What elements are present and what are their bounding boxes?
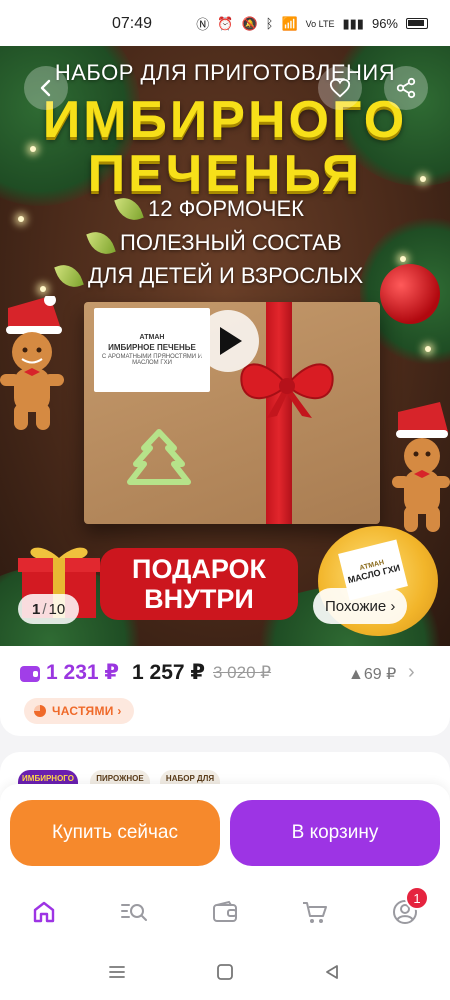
- image-counter-total: 10: [48, 600, 66, 618]
- price-card[interactable]: 1 231 ₽ 1 257 ₽ 3 020 ₽ ▲69 ₽ › ЧАСТЯМИ …: [0, 646, 450, 736]
- status-icons: Ⓝ ⏰ 🔕 ᛒ 📶 Vo LTE ▮▮▮ 96%: [196, 14, 428, 33]
- feature-text: ДЛЯ ДЕТЕЙ И ВЗРОСЛЫХ: [88, 263, 364, 288]
- nav-cart[interactable]: [293, 890, 337, 934]
- home-system-button[interactable]: [211, 958, 239, 986]
- installments-label: ЧАСТЯМИ ›: [52, 704, 122, 718]
- feature-bullet: ПОЛЕЗНЫЙ СОСТАВ: [86, 227, 342, 259]
- image-counter-current: 1: [32, 600, 41, 618]
- square-icon: [217, 964, 233, 980]
- nfc-icon: Ⓝ: [196, 17, 210, 32]
- favorite-button[interactable]: [318, 66, 362, 110]
- play-icon: [220, 327, 242, 355]
- buy-now-button[interactable]: Купить сейчас: [10, 800, 220, 866]
- cart-icon: [303, 902, 327, 923]
- heart-icon: [329, 78, 351, 98]
- box-title: ИМБИРНОЕ ПЕЧЕНЬЕ: [108, 343, 196, 352]
- hero-subtitle: НАБОР ДЛЯ ПРИГОТОВЛЕНИЯ: [54, 60, 396, 85]
- action-bar: Купить сейчас В корзину: [0, 784, 450, 882]
- home-icon: [33, 901, 55, 923]
- share-button[interactable]: [384, 66, 428, 110]
- network-label: Vo LTE: [305, 18, 335, 29]
- profile-notification-badge: 1: [405, 886, 429, 910]
- battery-percent: 96%: [371, 16, 398, 31]
- product-hero-image[interactable]: НАБОР ДЛЯ ПРИГОТОВЛЕНИЯ ИМБИРНОГО ПЕЧЕНЬ…: [0, 46, 450, 646]
- feature-text: ПОЛЕЗНЫЙ СОСТАВ: [120, 230, 342, 255]
- back-system-button[interactable]: [318, 958, 346, 986]
- old-price: 3 020 ₽: [213, 663, 272, 682]
- gift-badge-line2: ВНУТРИ: [144, 584, 254, 614]
- chevron-right-icon[interactable]: ›: [408, 661, 415, 684]
- alarm-icon: ⏰: [217, 15, 234, 31]
- box-brand: АТМАН: [139, 334, 165, 341]
- hero-title-line2: ПЕЧЕНЬЯ: [87, 145, 363, 203]
- battery-icon: [406, 18, 428, 29]
- image-counter-separator: /: [42, 600, 47, 618]
- triangle-back-icon: [326, 965, 338, 979]
- menu-lines-icon: [109, 966, 125, 978]
- installments-chip[interactable]: ЧАСТЯМИ ›: [24, 698, 134, 724]
- gift-badge-line1: ПОДАРОК: [132, 554, 266, 584]
- wifi-icon: 📶: [281, 15, 298, 31]
- leaf-icon: [86, 227, 116, 259]
- ornament-ball: [380, 264, 440, 324]
- nav-catalog[interactable]: [112, 890, 156, 934]
- tree-cutter-icon: [127, 429, 191, 485]
- signal-icon: ▮▮▮: [342, 15, 364, 31]
- nav-home[interactable]: [22, 890, 66, 934]
- play-video-button[interactable]: [197, 310, 259, 372]
- back-button[interactable]: [24, 66, 68, 110]
- gingerbread-man-icon: [392, 402, 450, 532]
- leaf-icon: [54, 260, 84, 292]
- add-to-cart-button[interactable]: В корзину: [230, 800, 440, 866]
- bottom-nav: 1: [0, 882, 450, 940]
- gingerbread-man-icon: [0, 296, 64, 430]
- wallet-nav-icon: [213, 900, 237, 922]
- mute-icon: 🔕: [241, 15, 258, 31]
- gift-inside-badge: ПОДАРОК ВНУТРИ: [100, 548, 298, 620]
- feature-text: 12 ФОРМОЧЕК: [148, 196, 304, 221]
- pie-icon: [34, 705, 46, 717]
- bluetooth-icon: ᛒ: [265, 16, 274, 31]
- hero-title-line1: ИМБИРНОГО: [42, 91, 408, 149]
- similar-products-button[interactable]: Похожие ›: [313, 588, 408, 624]
- wallet-price: 1 231 ₽: [46, 661, 119, 684]
- status-time: 07:49: [112, 15, 153, 32]
- nav-wallet[interactable]: [203, 890, 247, 934]
- points-value: ▲69 ₽: [348, 666, 397, 683]
- feature-bullet: 12 ФОРМОЧЕК: [114, 193, 304, 225]
- leaf-icon: [114, 193, 144, 225]
- wallet-icon: [20, 666, 40, 682]
- box-label: АТМАН ИМБИРНОЕ ПЕЧЕНЬЕ С АРОМАТНЫМИ ПРЯН…: [94, 308, 210, 392]
- recent-apps-button[interactable]: [103, 958, 131, 986]
- image-counter: 1 / 10: [18, 594, 80, 624]
- chevron-left-icon: [40, 79, 51, 97]
- catalog-search-icon: [121, 904, 147, 921]
- feature-bullet: ДЛЯ ДЕТЕЙ И ВЗРОСЛЫХ: [54, 260, 364, 292]
- box-subtitle: С АРОМАТНЫМИ ПРЯНОСТЯМИ И МАСЛОМ ГХИ: [101, 354, 203, 366]
- status-bar: 07:49 Ⓝ ⏰ 🔕 ᛒ 📶 Vo LTE ▮▮▮ 96%: [0, 0, 450, 46]
- current-price: 1 257 ₽: [132, 661, 205, 684]
- screen: 07:49 Ⓝ ⏰ 🔕 ᛒ 📶 Vo LTE ▮▮▮ 96% НАБОР ДЛЯ…: [0, 0, 450, 1000]
- system-nav-bar: [0, 940, 450, 1000]
- share-icon: [396, 77, 416, 99]
